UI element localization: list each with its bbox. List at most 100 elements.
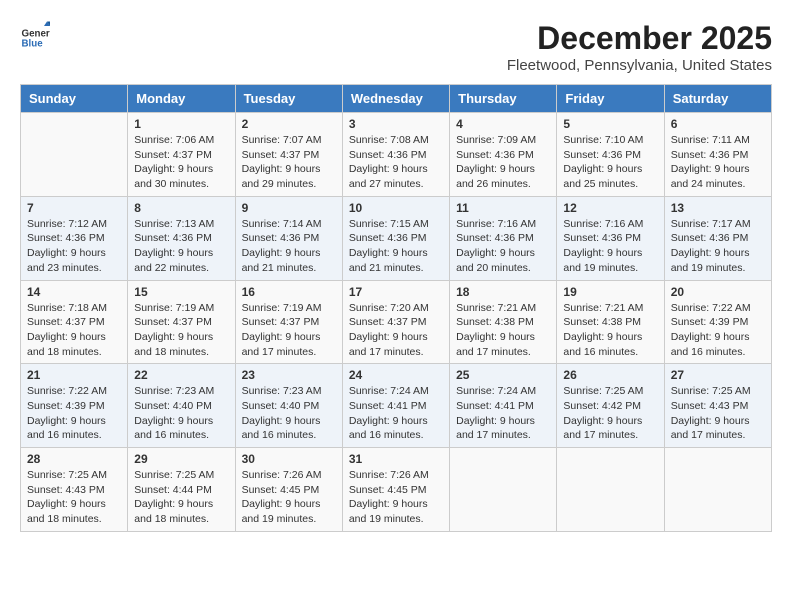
day-info: Sunrise: 7:16 AM Sunset: 4:36 PM Dayligh…: [563, 217, 657, 276]
day-number: 8: [134, 201, 228, 215]
day-number: 2: [242, 117, 336, 131]
day-number: 24: [349, 368, 443, 382]
day-info: Sunrise: 7:23 AM Sunset: 4:40 PM Dayligh…: [134, 384, 228, 443]
calendar-cell: 31 Sunrise: 7:26 AM Sunset: 4:45 PM Dayli…: [342, 448, 449, 532]
day-number: 11: [456, 201, 550, 215]
calendar-cell: 2Sunrise: 7:07 AM Sunset: 4:37 PM Daylig…: [235, 113, 342, 197]
day-number: 16: [242, 285, 336, 299]
calendar-cell: 16 Sunrise: 7:19 AM Sunset: 4:37 PM Dayli…: [235, 280, 342, 364]
calendar-cell: 8 Sunrise: 7:13 AM Sunset: 4:36 PM Daylig…: [128, 196, 235, 280]
day-info: Sunrise: 7:20 AM Sunset: 4:37 PM Dayligh…: [349, 301, 443, 360]
day-number: 7: [27, 201, 121, 215]
day-number: 28: [27, 452, 121, 466]
calendar-cell: 4Sunrise: 7:09 AM Sunset: 4:36 PM Daylig…: [450, 113, 557, 197]
calendar-subtitle: Fleetwood, Pennsylvania, United States: [507, 57, 772, 74]
day-info: Sunrise: 7:11 AM Sunset: 4:36 PM Dayligh…: [671, 133, 765, 192]
calendar-cell: 27 Sunrise: 7:25 AM Sunset: 4:43 PM Dayli…: [664, 364, 771, 448]
day-number: 10: [349, 201, 443, 215]
day-info: Sunrise: 7:19 AM Sunset: 4:37 PM Dayligh…: [134, 301, 228, 360]
calendar-cell: [450, 448, 557, 532]
day-info: Sunrise: 7:24 AM Sunset: 4:41 PM Dayligh…: [456, 384, 550, 443]
day-info: Sunrise: 7:25 AM Sunset: 4:42 PM Dayligh…: [563, 384, 657, 443]
day-number: 31: [349, 452, 443, 466]
day-number: 25: [456, 368, 550, 382]
day-info: Sunrise: 7:25 AM Sunset: 4:43 PM Dayligh…: [27, 468, 121, 527]
calendar-cell: 28 Sunrise: 7:25 AM Sunset: 4:43 PM Dayli…: [21, 448, 128, 532]
day-number: 27: [671, 368, 765, 382]
calendar-table: SundayMondayTuesdayWednesdayThursdayFrid…: [20, 84, 772, 532]
page-header: General Blue December 2025 Fleetwood, Pe…: [20, 20, 772, 74]
calendar-cell: 1 Sunrise: 7:06 AM Sunset: 4:37 PM Daylig…: [128, 113, 235, 197]
calendar-week-row: 21 Sunrise: 7:22 AM Sunset: 4:39 PM Dayli…: [21, 364, 772, 448]
calendar-cell: [664, 448, 771, 532]
day-info: Sunrise: 7:22 AM Sunset: 4:39 PM Dayligh…: [27, 384, 121, 443]
day-number: 18: [456, 285, 550, 299]
calendar-cell: 22Sunrise: 7:23 AM Sunset: 4:40 PM Dayli…: [128, 364, 235, 448]
day-number: 20: [671, 285, 765, 299]
calendar-week-row: 14 Sunrise: 7:18 AM Sunset: 4:37 PM Dayli…: [21, 280, 772, 364]
calendar-cell: 17 Sunrise: 7:20 AM Sunset: 4:37 PM Dayli…: [342, 280, 449, 364]
day-number: 6: [671, 117, 765, 131]
calendar-cell: 29Sunrise: 7:25 AM Sunset: 4:44 PM Dayli…: [128, 448, 235, 532]
day-info: Sunrise: 7:19 AM Sunset: 4:37 PM Dayligh…: [242, 301, 336, 360]
day-number: 26: [563, 368, 657, 382]
calendar-week-row: 28 Sunrise: 7:25 AM Sunset: 4:43 PM Dayli…: [21, 448, 772, 532]
day-number: 21: [27, 368, 121, 382]
day-number: 3: [349, 117, 443, 131]
header-sunday: Sunday: [21, 85, 128, 113]
header-saturday: Saturday: [664, 85, 771, 113]
header-tuesday: Tuesday: [235, 85, 342, 113]
calendar-cell: 6 Sunrise: 7:11 AM Sunset: 4:36 PM Daylig…: [664, 113, 771, 197]
calendar-cell: 20 Sunrise: 7:22 AM Sunset: 4:39 PM Dayli…: [664, 280, 771, 364]
calendar-cell: 14 Sunrise: 7:18 AM Sunset: 4:37 PM Dayli…: [21, 280, 128, 364]
day-info: Sunrise: 7:26 AM Sunset: 4:45 PM Dayligh…: [242, 468, 336, 527]
calendar-title: December 2025: [507, 20, 772, 57]
calendar-cell: 18 Sunrise: 7:21 AM Sunset: 4:38 PM Dayli…: [450, 280, 557, 364]
day-info: Sunrise: 7:14 AM Sunset: 4:36 PM Dayligh…: [242, 217, 336, 276]
calendar-cell: 15 Sunrise: 7:19 AM Sunset: 4:37 PM Dayli…: [128, 280, 235, 364]
calendar-cell: 10 Sunrise: 7:15 AM Sunset: 4:36 PM Dayli…: [342, 196, 449, 280]
day-number: 19: [563, 285, 657, 299]
day-info: Sunrise: 7:15 AM Sunset: 4:36 PM Dayligh…: [349, 217, 443, 276]
title-block: December 2025 Fleetwood, Pennsylvania, U…: [507, 20, 772, 74]
day-info: Sunrise: 7:26 AM Sunset: 4:45 PM Dayligh…: [349, 468, 443, 527]
day-number: 4: [456, 117, 550, 131]
svg-text:Blue: Blue: [22, 38, 44, 49]
day-info: Sunrise: 7:22 AM Sunset: 4:39 PM Dayligh…: [671, 301, 765, 360]
calendar-cell: 23Sunrise: 7:23 AM Sunset: 4:40 PM Dayli…: [235, 364, 342, 448]
day-number: 13: [671, 201, 765, 215]
day-number: 14: [27, 285, 121, 299]
day-info: Sunrise: 7:25 AM Sunset: 4:43 PM Dayligh…: [671, 384, 765, 443]
day-info: Sunrise: 7:24 AM Sunset: 4:41 PM Dayligh…: [349, 384, 443, 443]
day-info: Sunrise: 7:16 AM Sunset: 4:36 PM Dayligh…: [456, 217, 550, 276]
day-number: 5: [563, 117, 657, 131]
calendar-cell: 19Sunrise: 7:21 AM Sunset: 4:38 PM Dayli…: [557, 280, 664, 364]
day-info: Sunrise: 7:17 AM Sunset: 4:36 PM Dayligh…: [671, 217, 765, 276]
day-number: 9: [242, 201, 336, 215]
day-info: Sunrise: 7:23 AM Sunset: 4:40 PM Dayligh…: [242, 384, 336, 443]
day-number: 12: [563, 201, 657, 215]
calendar-cell: 30Sunrise: 7:26 AM Sunset: 4:45 PM Dayli…: [235, 448, 342, 532]
day-info: Sunrise: 7:08 AM Sunset: 4:36 PM Dayligh…: [349, 133, 443, 192]
calendar-cell: 3 Sunrise: 7:08 AM Sunset: 4:36 PM Daylig…: [342, 113, 449, 197]
day-info: Sunrise: 7:18 AM Sunset: 4:37 PM Dayligh…: [27, 301, 121, 360]
calendar-cell: 24 Sunrise: 7:24 AM Sunset: 4:41 PM Dayli…: [342, 364, 449, 448]
logo: General Blue: [20, 20, 50, 50]
calendar-cell: 7Sunrise: 7:12 AM Sunset: 4:36 PM Daylig…: [21, 196, 128, 280]
day-info: Sunrise: 7:21 AM Sunset: 4:38 PM Dayligh…: [456, 301, 550, 360]
header-wednesday: Wednesday: [342, 85, 449, 113]
calendar-cell: [557, 448, 664, 532]
calendar-cell: 26 Sunrise: 7:25 AM Sunset: 4:42 PM Dayli…: [557, 364, 664, 448]
calendar-cell: 13 Sunrise: 7:17 AM Sunset: 4:36 PM Dayli…: [664, 196, 771, 280]
day-number: 29: [134, 452, 228, 466]
calendar-cell: 12 Sunrise: 7:16 AM Sunset: 4:36 PM Dayli…: [557, 196, 664, 280]
day-info: Sunrise: 7:10 AM Sunset: 4:36 PM Dayligh…: [563, 133, 657, 192]
day-number: 17: [349, 285, 443, 299]
day-info: Sunrise: 7:13 AM Sunset: 4:36 PM Dayligh…: [134, 217, 228, 276]
calendar-cell: 25 Sunrise: 7:24 AM Sunset: 4:41 PM Dayli…: [450, 364, 557, 448]
day-number: 15: [134, 285, 228, 299]
day-number: 1: [134, 117, 228, 131]
calendar-cell: 9 Sunrise: 7:14 AM Sunset: 4:36 PM Daylig…: [235, 196, 342, 280]
day-info: Sunrise: 7:06 AM Sunset: 4:37 PM Dayligh…: [134, 133, 228, 192]
calendar-week-row: 7Sunrise: 7:12 AM Sunset: 4:36 PM Daylig…: [21, 196, 772, 280]
